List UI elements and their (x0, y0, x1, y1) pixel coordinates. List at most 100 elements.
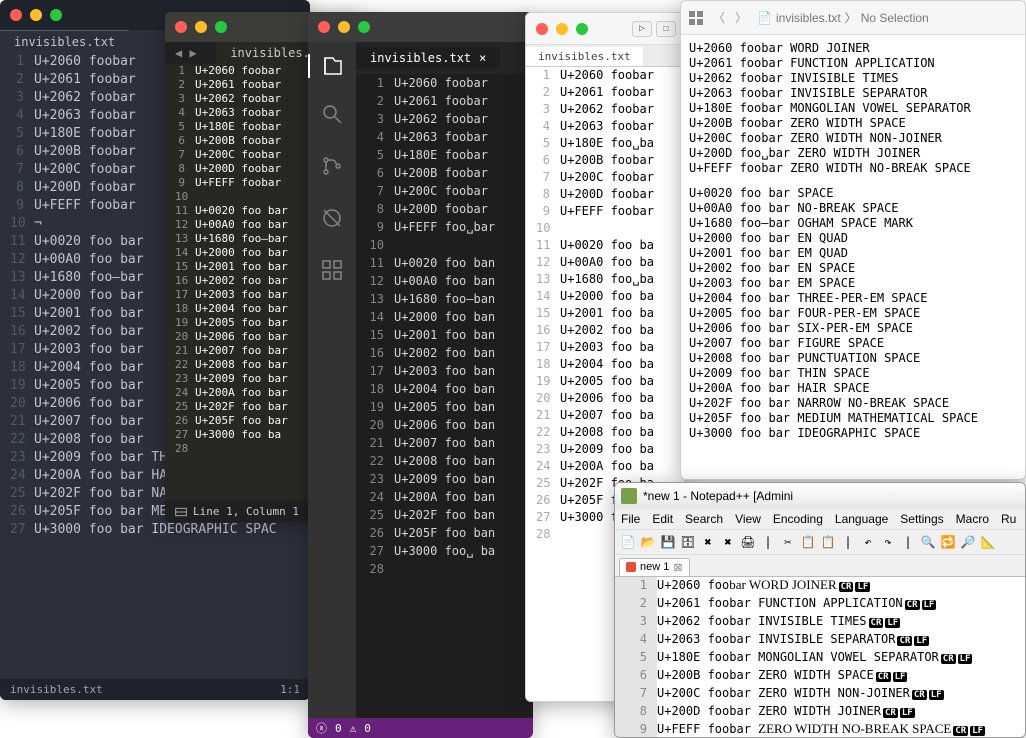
tab-close-icon[interactable]: × (479, 51, 486, 65)
menu-item[interactable]: Settings (900, 512, 943, 526)
code-line[interactable]: 1U+2060 foobar (356, 74, 533, 92)
code-line[interactable]: 8U+200D foobar ZERO WIDTH JOINERCRLF (615, 703, 1025, 721)
minimize-icon[interactable] (30, 9, 42, 21)
code-line[interactable]: 8U+200D foobar (356, 200, 533, 218)
tab-invisibles[interactable]: invisibles.txt × (356, 47, 500, 69)
menu-item[interactable]: Encoding (773, 512, 823, 526)
code-line[interactable]: 17U+2003 foo ba (526, 339, 684, 356)
minimize-icon[interactable] (556, 23, 568, 35)
code-line[interactable]: 23U+2009 foo ban (356, 470, 533, 488)
code-line[interactable]: U+0020 foo bar SPACE (689, 186, 1017, 201)
minimize-icon[interactable] (338, 21, 350, 33)
code-line[interactable]: U+205F foo bar MEDIUM MATHEMATICAL SPACE (689, 411, 1017, 426)
code-line[interactable]: 14U+2000 foo ba (526, 288, 684, 305)
code-line[interactable]: 13U+1680 foo␣ba (526, 271, 684, 288)
nav-back-icon[interactable]: 〈 (713, 9, 725, 26)
open-icon[interactable]: 📂 (639, 533, 657, 551)
titlebar[interactable]: *new 1 - Notepad++ [Admini (615, 483, 1025, 509)
tab-invisibles[interactable]: invisibles.txt (0, 30, 129, 53)
code-line[interactable]: 15U+2001 foo ban (356, 326, 533, 344)
close-icon[interactable] (318, 21, 330, 33)
code-line[interactable]: U+200C foobar ZERO WIDTH NON-JOINER (689, 131, 1017, 146)
code-line[interactable]: 8U+200D foobar (526, 186, 684, 203)
code-line[interactable]: 3U+2062 foobar (356, 110, 533, 128)
code-line[interactable]: 9U+FEFF foobar ZERO WIDTH NO-BREAK SPACE… (615, 721, 1025, 738)
code-line[interactable]: 20U+2006 foo ban (356, 416, 533, 434)
close-icon[interactable]: ✖ (699, 533, 717, 551)
code-line[interactable]: 9U+FEFF foobar (526, 203, 684, 220)
code-area[interactable]: U+2060 foobar WORD JOINERU+2061 foobar F… (681, 35, 1025, 447)
code-line[interactable]: 6U+200B foobar ZERO WIDTH SPACECRLF (615, 667, 1025, 685)
code-line[interactable]: U+3000 foo bar IDEOGRAPHIC SPACE (689, 426, 1017, 441)
code-line[interactable]: 13U+1680 foo—ban (356, 290, 533, 308)
code-line[interactable]: 26U+205F foo ban (356, 524, 533, 542)
code-line[interactable]: U+180E foobar MONGOLIAN VOWEL SEPARATOR (689, 101, 1017, 116)
print-icon[interactable]: 🖨 (739, 533, 757, 551)
code-line[interactable]: 4U+2063 foobar (356, 128, 533, 146)
maximize-icon[interactable] (358, 21, 370, 33)
code-line[interactable]: 28 (356, 560, 533, 578)
play-icon[interactable]: ▷ (632, 21, 652, 37)
replace-icon[interactable]: 🔁 (939, 533, 957, 551)
code-line[interactable]: 24U+200A foo ban (356, 488, 533, 506)
code-line[interactable]: 27U+3000 foo␣ ba (356, 542, 533, 560)
code-line[interactable]: U+202F foo bar NARROW NO-BREAK SPACE (689, 396, 1017, 411)
new-icon[interactable]: 📄 (619, 533, 637, 551)
code-line[interactable]: 18U+2004 foo ba (526, 356, 684, 373)
code-line[interactable]: 20U+2006 foo ba (526, 390, 684, 407)
code-line[interactable]: 16U+2002 foo ba (526, 322, 684, 339)
code-line[interactable]: U+2061 foobar FUNCTION APPLICATION (689, 56, 1017, 71)
menu-item[interactable]: Macro (956, 512, 989, 526)
code-line[interactable]: 1U+2060 foobar WORD JOINERCRLF (615, 577, 1025, 595)
menu-item[interactable]: Language (835, 512, 888, 526)
minimize-icon[interactable] (195, 21, 207, 33)
code-line[interactable]: 19U+2005 foo ba (526, 373, 684, 390)
zoom-out-icon[interactable]: 📐 (979, 533, 997, 551)
titlebar[interactable] (308, 12, 533, 42)
stop-icon[interactable]: ☐ (656, 21, 676, 37)
code-line[interactable]: 17U+2003 foo ban (356, 362, 533, 380)
code-line[interactable]: U+2000 foo bar EN QUAD (689, 231, 1017, 246)
titlebar[interactable]: ▷ ☐ (526, 13, 684, 45)
nav-fwd-icon[interactable]: 〉 (735, 9, 747, 26)
code-line[interactable]: 3U+2062 foobar INVISIBLE TIMESCRLF (615, 613, 1025, 631)
close-icon[interactable] (536, 23, 548, 35)
search-icon[interactable] (320, 102, 344, 130)
tab-invisibles[interactable]: invisibles.txt (526, 47, 643, 66)
code-line[interactable]: 5U+180E foobar MONGOLIAN VOWEL SEPARATOR… (615, 649, 1025, 667)
menu-item[interactable]: Ru (1001, 512, 1016, 526)
code-line[interactable]: 6U+200B foobar (356, 164, 533, 182)
maximize-icon[interactable] (50, 9, 62, 21)
find-icon[interactable]: 🔍 (919, 533, 937, 551)
code-line[interactable]: 22U+2008 foo ba (526, 424, 684, 441)
undo-icon[interactable]: ↶ (859, 533, 877, 551)
code-line[interactable]: 2U+2061 foobar (356, 92, 533, 110)
saveall-icon[interactable]: 🗄 (679, 533, 697, 551)
code-line[interactable]: 3U+2062 foobar (526, 101, 684, 118)
code-line[interactable]: 4U+2063 foobar INVISIBLE SEPARATORCRLF (615, 631, 1025, 649)
code-line[interactable]: 24U+200A foo ba (526, 458, 684, 475)
code-line[interactable]: U+2001 foo bar EM QUAD (689, 246, 1017, 261)
git-icon[interactable] (320, 154, 344, 182)
warn-icon[interactable]: ⚠ (350, 722, 357, 735)
code-line[interactable]: U+2004 foo bar THREE-PER-EM SPACE (689, 291, 1017, 306)
zoom-in-icon[interactable]: 🔎 (959, 533, 977, 551)
code-line[interactable]: U+FEFF foobar ZERO WIDTH NO-BREAK SPACE (689, 161, 1017, 176)
code-line[interactable]: 1U+2060 foobar (526, 67, 684, 84)
code-line[interactable]: 11U+0020 foo ban (356, 254, 533, 272)
code-line[interactable]: 5U+180E foo␣ba (526, 135, 684, 152)
code-line[interactable]: 12U+00A0 foo ba (526, 254, 684, 271)
code-line[interactable]: 10 (356, 236, 533, 254)
panel-icon[interactable] (175, 506, 187, 518)
code-line[interactable]: U+200B foobar ZERO WIDTH SPACE (689, 116, 1017, 131)
close-icon[interactable] (10, 9, 22, 21)
code-line[interactable]: U+2008 foo bar PUNCTUATION SPACE (689, 351, 1017, 366)
extensions-icon[interactable] (320, 258, 344, 286)
code-area[interactable]: 1U+2060 foobar WORD JOINERCRLF2U+2061 fo… (615, 577, 1025, 738)
close-icon[interactable] (175, 21, 187, 33)
code-line[interactable]: 18U+2004 foo ban (356, 380, 533, 398)
explorer-icon[interactable] (308, 54, 356, 78)
code-line[interactable]: U+200A foo bar HAIR SPACE (689, 381, 1017, 396)
menu-item[interactable]: Edit (652, 512, 673, 526)
history-arrows[interactable]: ◀ ▶ (175, 46, 197, 60)
